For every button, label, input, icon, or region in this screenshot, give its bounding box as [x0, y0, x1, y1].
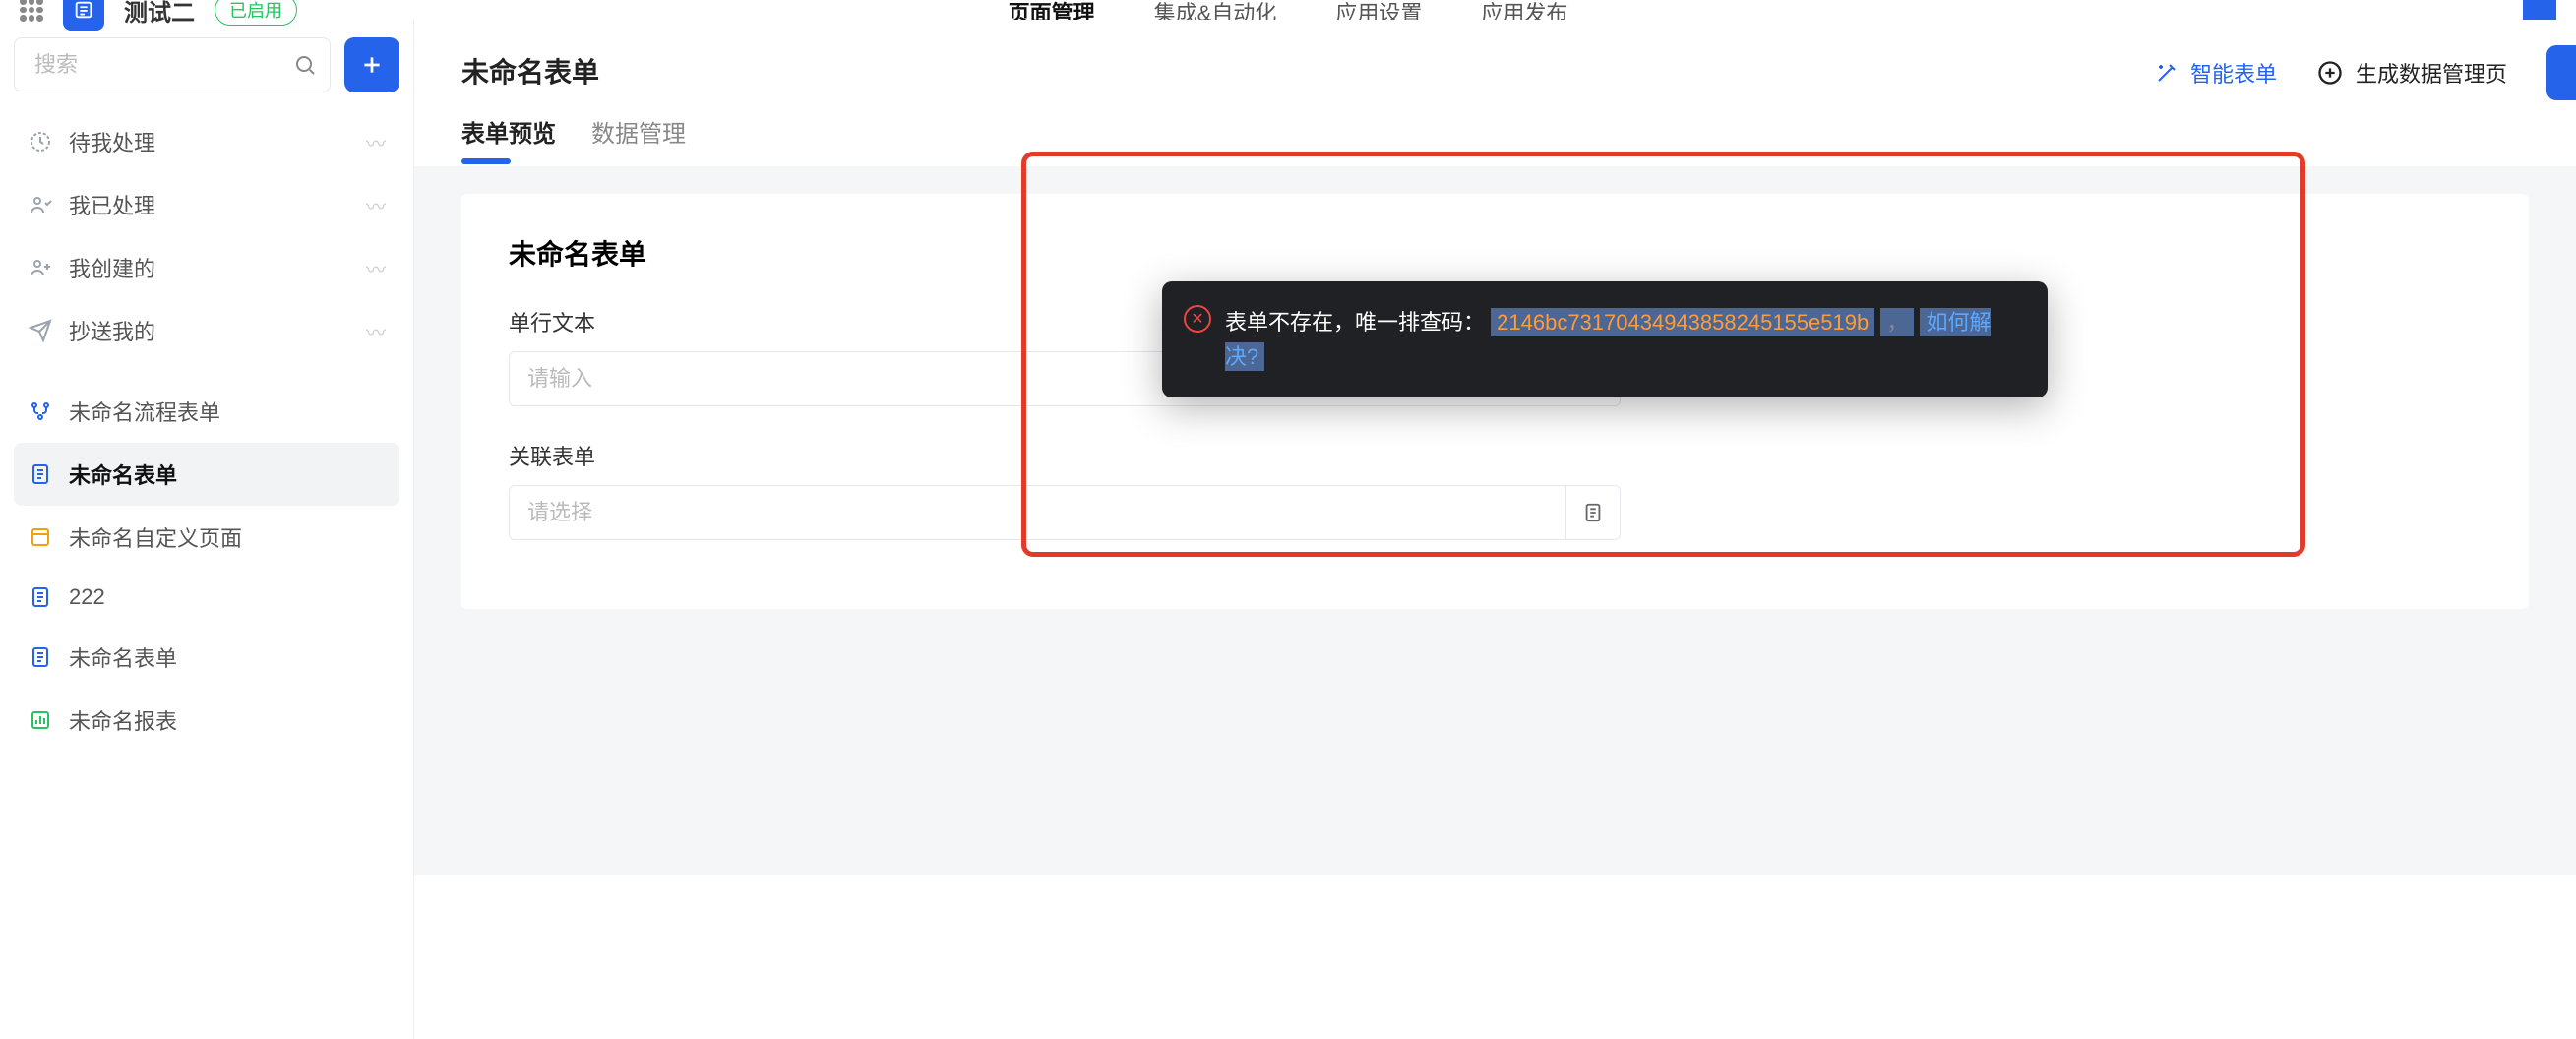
- form-title: 未命名表单: [509, 233, 2482, 273]
- generate-page-label: 生成数据管理页: [2356, 57, 2507, 89]
- error-icon: ✕: [1184, 305, 1211, 333]
- search-input[interactable]: [14, 37, 331, 92]
- sidebar-item-label: 未命名自定义页面: [69, 521, 386, 553]
- sidebar-item-label: 抄送我的: [69, 315, 350, 346]
- sidebar-item-cc[interactable]: 抄送我的 〰: [14, 299, 399, 362]
- file-icon: [1582, 502, 1604, 523]
- sidebar-item-created[interactable]: 我创建的 〰: [14, 236, 399, 299]
- primary-button-partial[interactable]: [2546, 45, 2576, 100]
- sidebar-item-label: 未命名流程表单: [69, 396, 386, 427]
- content-area: 未命名表单 单行文本 aaaa 关联表单: [414, 166, 2576, 875]
- form-card: 未命名表单 单行文本 aaaa 关联表单: [461, 194, 2529, 609]
- eyelash-icon: 〰: [366, 254, 386, 282]
- eyelash-icon: 〰: [366, 191, 386, 219]
- generate-page-button[interactable]: 生成数据管理页: [2316, 57, 2507, 89]
- send-icon: [28, 318, 53, 343]
- sidebar-item-unnamed-form[interactable]: 未命名表单: [14, 443, 399, 506]
- doc-icon: [28, 461, 53, 487]
- tab-form-preview[interactable]: 表单预览: [461, 114, 556, 162]
- search-wrap: [14, 37, 331, 92]
- status-badge: 已启用: [215, 0, 297, 26]
- toast-body: 表单不存在，唯一排查码： 2146bc73170434943858245155e…: [1225, 305, 2020, 374]
- app-badge-icon: [63, 0, 104, 31]
- toast-prefix: 表单不存在，唯一排查码：: [1225, 310, 1485, 335]
- sidebar-item-label: 222: [69, 584, 386, 610]
- user-plus-icon: [28, 255, 53, 280]
- sidebar-item-label: 我创建的: [69, 252, 350, 283]
- page-icon: [28, 524, 53, 550]
- sidebar-item-flow-form[interactable]: 未命名流程表单: [14, 380, 399, 443]
- field-related-form: 关联表单: [509, 440, 2482, 540]
- sidebar-item-label: 未命名表单: [69, 642, 386, 673]
- topbar-left: 测试二 已启用: [20, 0, 297, 31]
- apps-grid-icon[interactable]: [20, 0, 43, 22]
- sidebar-item-custom-page[interactable]: 未命名自定义页面: [14, 506, 399, 569]
- smart-form-button[interactable]: 智能表单: [2155, 57, 2277, 89]
- sidebar-item-unnamed-form-2[interactable]: 未命名表单: [14, 626, 399, 689]
- doc-icon: [28, 644, 53, 670]
- sidebar-item-label: 未命名表单: [69, 458, 386, 490]
- user-check-icon: [28, 192, 53, 217]
- header-actions: 智能表单 生成数据管理页: [2155, 45, 2576, 100]
- sidebar-item-label: 我已处理: [69, 189, 350, 220]
- eyelash-icon: 〰: [366, 317, 386, 345]
- toast-code: 2146bc73170434943858245155e519b: [1491, 308, 1874, 336]
- sidebar-item-label: 未命名报表: [69, 704, 386, 736]
- app-title: 测试二: [124, 0, 195, 28]
- main: 未命名表单 智能表单 生成数据管理页 表单预览 数据管理 未命名表单: [413, 20, 2576, 1039]
- related-form-picker-button[interactable]: [1565, 485, 1621, 540]
- sidebar-item-report[interactable]: 未命名报表: [14, 689, 399, 752]
- add-button[interactable]: [344, 37, 399, 92]
- main-header: 未命名表单 智能表单 生成数据管理页: [414, 37, 2576, 91]
- sidebar-item-222[interactable]: 222: [14, 569, 399, 626]
- doc-icon: [28, 584, 53, 610]
- topbar: 测试二 已启用 页面管理 集成&自动化 应用设置 应用发布: [0, 0, 2576, 20]
- sidebar: 待我处理 〰 我已处理 〰 我创建的 〰 抄送我的 〰 未命名流程表单: [0, 20, 413, 1039]
- sidebar-list: 待我处理 〰 我已处理 〰 我创建的 〰 抄送我的 〰 未命名流程表单: [14, 110, 399, 752]
- eyelash-icon: 〰: [366, 128, 386, 156]
- report-icon: [28, 707, 53, 733]
- clock-icon: [28, 129, 53, 154]
- wand-icon: [2155, 61, 2178, 85]
- main-tabs: 表单预览 数据管理: [414, 91, 2576, 162]
- smart-form-label: 智能表单: [2190, 57, 2277, 89]
- tab-data-management[interactable]: 数据管理: [591, 114, 686, 162]
- sidebar-item-label: 待我处理: [69, 126, 350, 157]
- sidebar-item-processed[interactable]: 我已处理 〰: [14, 173, 399, 236]
- plus-circle-icon: [2316, 59, 2344, 87]
- related-form-select: [509, 485, 1621, 540]
- search-icon: [293, 53, 317, 77]
- sidebar-item-pending[interactable]: 待我处理 〰: [14, 110, 399, 173]
- toast-separator: ，: [1880, 308, 1914, 336]
- field-rel-label: 关联表单: [509, 440, 2482, 471]
- error-toast: ✕ 表单不存在，唯一排查码： 2146bc7317043494385824515…: [1162, 281, 2048, 397]
- related-form-input[interactable]: [509, 485, 1565, 540]
- sidebar-search-row: [14, 37, 399, 92]
- flow-icon: [28, 398, 53, 424]
